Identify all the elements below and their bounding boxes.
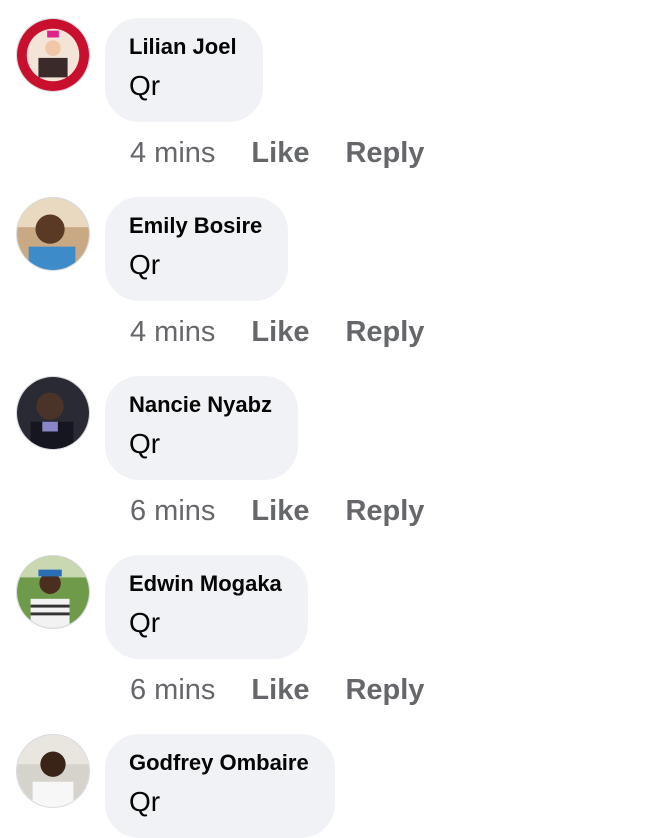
comment-bubble: Lilian Joel Qr (105, 18, 263, 122)
comment-author[interactable]: Nancie Nyabz (129, 392, 272, 418)
avatar[interactable] (16, 197, 90, 271)
comment-time: 4 mins (130, 137, 216, 169)
comment-actions: 4 mins Like Reply (130, 315, 424, 349)
profile-photo-icon (17, 735, 89, 807)
profile-photo-icon (17, 556, 89, 628)
comment-text: Qr (129, 70, 161, 101)
comment-author[interactable]: Godfrey Ombaire (129, 750, 309, 776)
comment-text: Qr (129, 428, 161, 459)
avatar[interactable] (16, 376, 90, 450)
comment-author[interactable]: Lilian Joel (129, 34, 237, 60)
avatar[interactable] (16, 734, 90, 808)
comment-text: Qr (129, 607, 161, 638)
profile-photo-icon (17, 198, 89, 270)
comment-text: Qr (129, 249, 161, 280)
comment-bubble: Nancie Nyabz Qr (105, 376, 299, 480)
comment-actions: 6 mins Like Reply (130, 673, 424, 707)
like-button[interactable]: Like (251, 315, 309, 349)
reply-button[interactable]: Reply (345, 136, 424, 170)
profile-photo-icon (17, 377, 89, 449)
comment-text: Qr (129, 786, 161, 817)
profile-photo-icon (17, 19, 89, 91)
reply-button[interactable]: Reply (345, 315, 424, 349)
avatar[interactable] (16, 555, 90, 629)
reply-button[interactable]: Reply (345, 673, 424, 707)
comment-time: 6 mins (130, 495, 216, 527)
comment-bubble: Godfrey Ombaire Qr (105, 734, 335, 838)
like-button[interactable]: Like (251, 136, 309, 170)
avatar[interactable] (16, 18, 90, 92)
comment-time: 6 mins (130, 674, 216, 706)
reply-button[interactable]: Reply (345, 494, 424, 528)
comment-time: 4 mins (130, 316, 216, 348)
comment-bubble: Emily Bosire Qr (105, 197, 289, 301)
comment-bubble: Edwin Mogaka Qr (105, 555, 308, 659)
like-button[interactable]: Like (251, 494, 309, 528)
comment-actions: 4 mins Like Reply (130, 136, 424, 170)
comment-author[interactable]: Edwin Mogaka (129, 571, 282, 597)
like-button[interactable]: Like (251, 673, 309, 707)
comment-actions: 6 mins Like Reply (130, 494, 424, 528)
comment-author[interactable]: Emily Bosire (129, 213, 262, 239)
